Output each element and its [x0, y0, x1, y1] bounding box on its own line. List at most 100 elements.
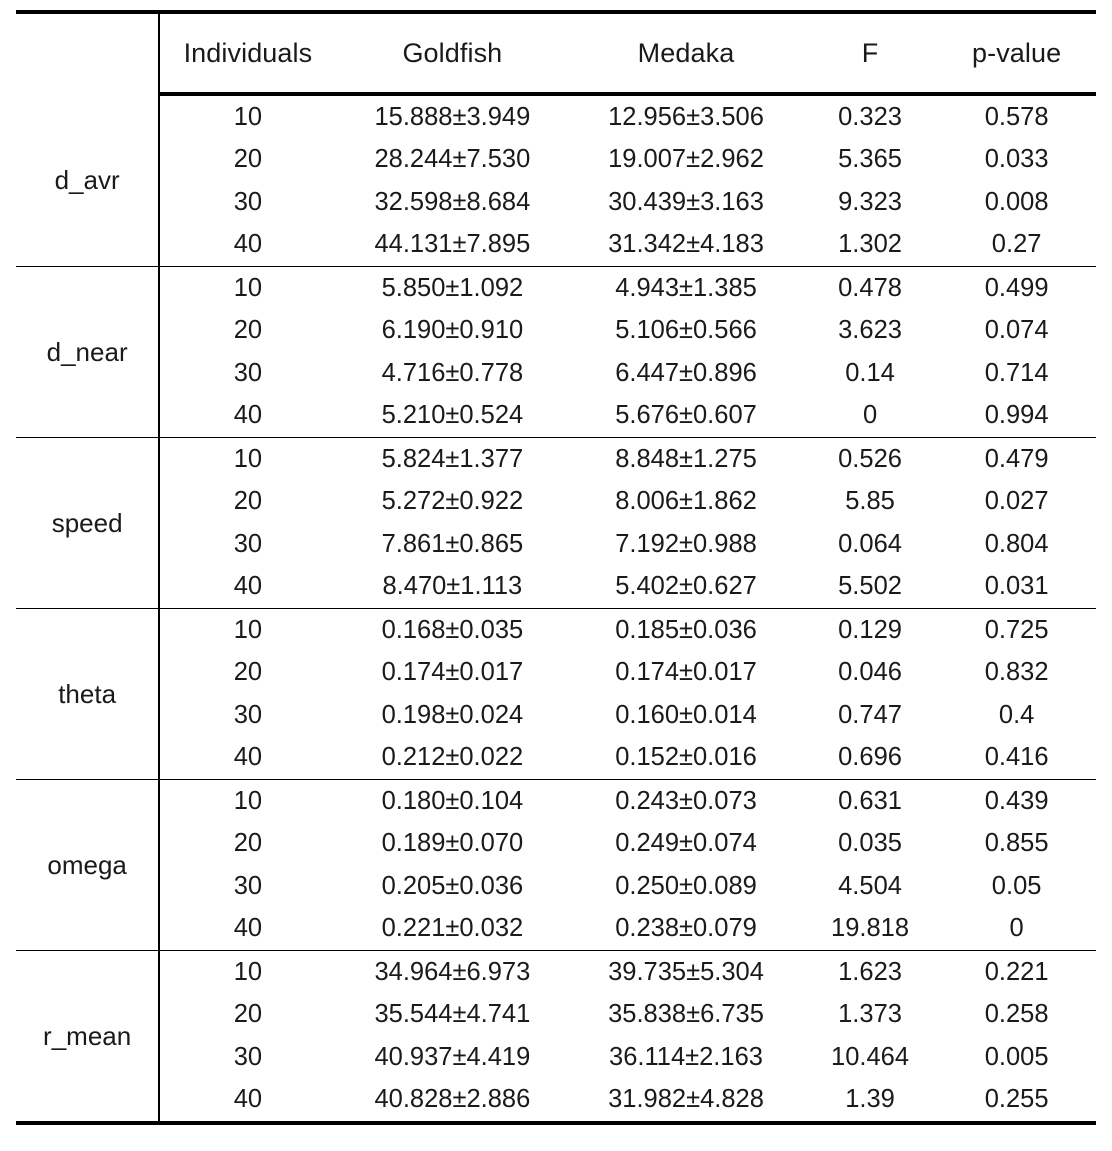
table-row: 40 5.210±0.524 5.676±0.607 0 0.994 [16, 395, 1096, 438]
cell-medaka: 35.838±6.735 [608, 1000, 764, 1029]
cell-f: 0.035 [838, 829, 902, 858]
cell-medaka: 0.243±0.073 [569, 779, 803, 823]
table-row: 30 4.716±0.778 6.447±0.896 0.14 0.714 [16, 352, 1096, 395]
cell-f: 5.85 [845, 487, 895, 516]
cell-individuals: 20 [233, 316, 263, 345]
table-row: theta 10 0.168±0.035 0.185±0.036 0.129 0.725 [16, 608, 1096, 780]
cell-goldfish: 40.937±4.419 [374, 1042, 531, 1071]
cell-individuals: 20 [233, 145, 263, 174]
cell-medaka: 7.192±0.988 [615, 529, 757, 558]
cell-individuals: 10 [159, 608, 336, 652]
cell-individuals: 10 [159, 779, 336, 823]
cell-goldfish: 0.198±0.024 [381, 700, 524, 729]
cell-pvalue: 0.499 [937, 266, 1096, 310]
cell-medaka: 30.439±3.163 [608, 187, 764, 216]
cell-individuals: 40 [233, 914, 263, 943]
table-row: 30 32.598±8.684 30.439±3.163 9.323 0.008 [16, 181, 1096, 224]
cell-pvalue: 0.258 [984, 1000, 1049, 1029]
cell-f: 0.747 [838, 700, 902, 729]
cell-goldfish: 5.210±0.524 [381, 401, 524, 430]
column-header-corner [16, 10, 161, 94]
cell-pvalue: 0.255 [984, 1085, 1049, 1114]
cell-individuals: 10 [159, 266, 336, 310]
cell-f: 5.502 [838, 572, 902, 601]
table-row: 20 0.174±0.017 0.174±0.017 0.046 0.832 [16, 652, 1096, 695]
row-group-label: d_avr [16, 94, 161, 267]
cell-medaka: 5.402±0.627 [615, 572, 757, 601]
cell-pvalue: 0.05 [991, 871, 1042, 900]
cell-f: 10.464 [831, 1042, 910, 1071]
cell-individuals: 40 [233, 743, 263, 772]
table-row: 30 7.861±0.865 7.192±0.988 0.064 0.804 [16, 523, 1096, 566]
cell-medaka: 6.447±0.896 [615, 358, 757, 387]
cell-individuals: 20 [233, 829, 263, 858]
cell-medaka: 4.943±1.385 [569, 266, 803, 310]
cell-pvalue: 0.439 [937, 779, 1096, 823]
cell-medaka: 0.174±0.017 [615, 658, 757, 687]
table-row: 20 35.544±4.741 35.838±6.735 1.373 0.258 [16, 994, 1096, 1037]
table-row: 40 40.828±2.886 31.982±4.828 1.39 0.255 [16, 1079, 1096, 1124]
cell-individuals: 10 [233, 102, 263, 131]
cell-individuals: 30 [233, 1042, 263, 1071]
cell-f: 0.478 [802, 266, 938, 310]
cell-individuals: 20 [233, 487, 263, 516]
cell-pvalue: 0.725 [937, 608, 1096, 652]
cell-f: 0.526 [802, 437, 938, 481]
cell-pvalue: 0.221 [937, 950, 1096, 994]
column-header-pvalue: p-value [937, 10, 1096, 96]
table-row: 30 0.205±0.036 0.250±0.089 4.504 0.05 [16, 865, 1096, 908]
cell-f: 5.365 [838, 145, 902, 174]
table-row: 20 6.190±0.910 5.106±0.566 3.623 0.074 [16, 310, 1096, 353]
cell-pvalue: 0.4 [998, 700, 1035, 729]
cell-medaka: 0.152±0.016 [615, 743, 757, 772]
row-group-label: theta [16, 608, 161, 780]
cell-goldfish: 0.221±0.032 [381, 914, 524, 943]
cell-pvalue: 0 [1009, 914, 1024, 943]
cell-pvalue: 0.832 [984, 658, 1049, 687]
cell-f: 3.623 [838, 316, 902, 345]
cell-goldfish: 32.598±8.684 [374, 187, 531, 216]
cell-individuals: 40 [233, 1085, 263, 1114]
cell-goldfish: 15.888±3.949 [374, 102, 531, 131]
cell-pvalue: 0.578 [984, 102, 1049, 131]
cell-pvalue: 0.074 [984, 316, 1049, 345]
cell-f: 0.696 [838, 743, 902, 772]
cell-pvalue: 0.027 [984, 487, 1049, 516]
cell-medaka: 8.006±1.862 [615, 487, 757, 516]
cell-pvalue: 0.033 [984, 145, 1049, 174]
cell-goldfish: 35.544±4.741 [374, 1000, 531, 1029]
table-row: 40 0.212±0.022 0.152±0.016 0.696 0.416 [16, 737, 1096, 780]
cell-pvalue: 0.804 [984, 529, 1049, 558]
footer-rule-data-cell [159, 1121, 1096, 1127]
cell-goldfish: 0.180±0.104 [335, 779, 570, 823]
header-row: Individuals Goldfish Medaka F p-value [16, 10, 1096, 96]
column-header-medaka: Medaka [569, 10, 803, 96]
cell-medaka: 31.342±4.183 [608, 230, 764, 259]
cell-goldfish: 5.272±0.922 [381, 487, 524, 516]
cell-f: 1.302 [838, 230, 902, 259]
table-row: 20 0.189±0.070 0.249±0.074 0.035 0.855 [16, 823, 1096, 866]
cell-goldfish: 5.850±1.092 [335, 266, 570, 310]
statistics-table-container: Individuals Goldfish Medaka F p-value d_… [0, 0, 1112, 1151]
cell-goldfish: 4.716±0.778 [381, 358, 524, 387]
cell-f: 0.046 [838, 658, 902, 687]
table-body: d_avr 10 15.888±3.949 12.956±3.506 0.323 0.57… [16, 94, 1096, 1123]
cell-f: 0.129 [802, 608, 938, 652]
cell-f: 4.504 [838, 871, 902, 900]
cell-medaka: 19.007±2.962 [608, 145, 764, 174]
cell-individuals: 20 [233, 658, 263, 687]
cell-f: 0.064 [838, 529, 902, 558]
cell-individuals: 10 [159, 950, 336, 994]
cell-medaka: 8.848±1.275 [569, 437, 803, 481]
cell-goldfish: 0.205±0.036 [381, 871, 524, 900]
column-header-goldfish: Goldfish [335, 10, 570, 96]
cell-goldfish: 44.131±7.895 [374, 230, 531, 259]
cell-goldfish: 5.824±1.377 [335, 437, 570, 481]
cell-pvalue: 0.005 [984, 1042, 1049, 1071]
table-row: omega 10 0.180±0.104 0.243±0.073 0.631 0.439 [16, 779, 1096, 951]
cell-f: 0.323 [838, 102, 902, 131]
table-row: d_avr 10 15.888±3.949 12.956±3.506 0.323 0.57… [16, 94, 1096, 267]
footer-row [16, 1121, 1096, 1127]
cell-goldfish: 0.174±0.017 [381, 658, 524, 687]
cell-medaka: 0.249±0.074 [615, 829, 757, 858]
